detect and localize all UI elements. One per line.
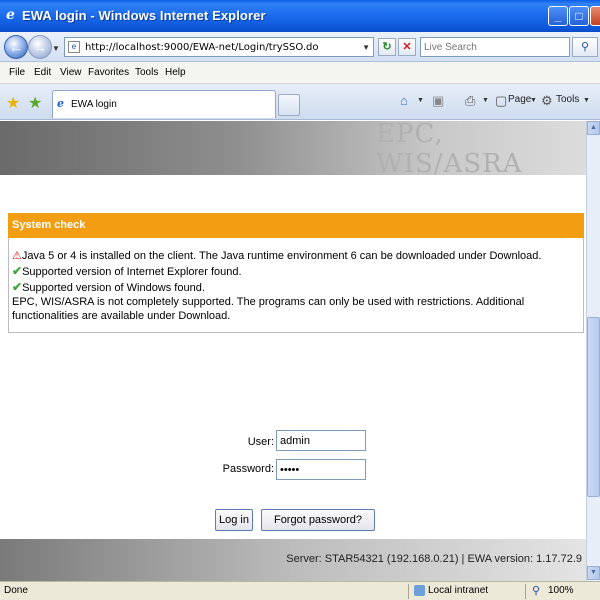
- close-button[interactable]: [590, 6, 600, 26]
- url-text: http://localhost:9000/EWA-net/Login/tryS…: [85, 42, 319, 53]
- print-dropdown-icon[interactable]: ▼: [482, 97, 489, 104]
- page-menu-button[interactable]: Page: [508, 94, 531, 105]
- window-title: EWA login - Windows Internet Explorer: [22, 8, 266, 23]
- menu-bar: File Edit View Favorites Tools Help: [0, 62, 600, 84]
- message-windows: ✔Supported version of Windows found.: [12, 280, 205, 294]
- favorites-star-icon[interactable]: ★: [6, 93, 20, 113]
- check-icon: ✔: [12, 280, 23, 294]
- address-input[interactable]: e http://localhost:9000/EWA-net/Login/tr…: [64, 37, 374, 57]
- ie-logo-icon: e: [6, 7, 15, 23]
- login-form: User: Password: Log in Forgot password?: [0, 421, 586, 541]
- history-dropdown-icon[interactable]: ▼: [52, 44, 60, 53]
- system-check-title: System check: [8, 213, 584, 238]
- page-icon: e: [68, 41, 80, 53]
- stop-button[interactable]: ✕: [398, 38, 416, 56]
- password-label: Password:: [222, 463, 274, 475]
- page-header: EPC, WIS/ASRA: [0, 121, 586, 179]
- search-input[interactable]: [424, 39, 564, 55]
- menu-favorites[interactable]: Favorites: [88, 67, 129, 78]
- scroll-up-button[interactable]: ▲: [587, 121, 600, 135]
- message-text: Supported version of Internet Explorer f…: [22, 266, 242, 278]
- scroll-down-button[interactable]: ▼: [587, 566, 600, 580]
- home-icon[interactable]: ⌂: [400, 93, 408, 108]
- zoom-icon: ⚲: [532, 585, 541, 597]
- search-icon: ⚲: [580, 41, 590, 53]
- check-icon: ✔: [12, 264, 23, 278]
- status-divider: [408, 584, 409, 599]
- tab-ewa-login[interactable]: e EWA login: [52, 90, 276, 118]
- title-bar: e EWA login - Windows Internet Explorer …: [0, 0, 600, 32]
- scroll-thumb[interactable]: [587, 317, 600, 497]
- minimize-button[interactable]: _: [548, 6, 568, 26]
- intranet-zone-icon: [414, 585, 425, 596]
- status-divider: [525, 584, 526, 599]
- user-field[interactable]: [276, 430, 366, 451]
- message-text: Supported version of Windows found.: [22, 282, 205, 294]
- page-menu-icon: ▢: [495, 93, 508, 108]
- status-text: Done: [4, 585, 28, 596]
- tab-label: EWA login: [71, 99, 117, 110]
- page-content: EPC, WIS/ASRA System check ⚠Java 5 or 4 …: [0, 121, 586, 581]
- message-text: Java 5 or 4 is installed on the client. …: [21, 250, 542, 262]
- page-dropdown-icon[interactable]: ▼: [530, 97, 537, 104]
- message-ie: ✔Supported version of Internet Explorer …: [12, 264, 242, 278]
- forward-button[interactable]: →: [28, 35, 52, 59]
- refresh-button[interactable]: ↻: [378, 38, 396, 56]
- vertical-scrollbar[interactable]: ▲ ▼: [586, 121, 600, 581]
- brand-logo-text: EPC, WIS/ASRA: [376, 121, 523, 179]
- forgot-password-button[interactable]: Forgot password?: [261, 509, 375, 531]
- tools-menu-button[interactable]: Tools: [556, 94, 579, 105]
- home-dropdown-icon[interactable]: ▼: [417, 97, 424, 104]
- server-info: Server: STAR54321 (192.168.0.21) | EWA v…: [286, 553, 582, 565]
- search-box[interactable]: [420, 37, 570, 57]
- user-label: User:: [247, 436, 274, 448]
- message-java: ⚠Java 5 or 4 is installed on the client.…: [12, 249, 541, 262]
- page-footer: Server: STAR54321 (192.168.0.21) | EWA v…: [0, 539, 586, 581]
- back-button[interactable]: ←: [4, 35, 28, 59]
- menu-view[interactable]: View: [60, 67, 82, 78]
- security-zone[interactable]: Local intranet: [428, 585, 488, 596]
- status-bar: Done Local intranet ⚲ 100%: [0, 581, 600, 600]
- gear-icon: ⚙: [541, 93, 553, 108]
- add-favorites-icon[interactable]: ★: [28, 93, 42, 113]
- menu-tools[interactable]: Tools: [135, 67, 158, 78]
- password-field[interactable]: [276, 459, 366, 480]
- tab-toolbar: ★ ★ e EWA login ⌂ ▼ ▣ ⎙ ▼ ▢ Page ▼ ⚙ Too…: [0, 84, 600, 120]
- print-icon[interactable]: ⎙: [465, 93, 475, 109]
- menu-edit[interactable]: Edit: [34, 67, 51, 78]
- message-restrictions: EPC, WIS/ASRA is not completely supporte…: [12, 296, 525, 322]
- menu-file[interactable]: File: [9, 67, 25, 78]
- tools-dropdown-icon[interactable]: ▼: [583, 97, 590, 104]
- login-button[interactable]: Log in: [215, 509, 253, 531]
- address-toolbar: ← → ▼ e http://localhost:9000/EWA-net/Lo…: [0, 32, 600, 62]
- new-tab-button[interactable]: [278, 94, 300, 116]
- menu-help[interactable]: Help: [165, 67, 186, 78]
- ie-page-icon: e: [57, 97, 64, 110]
- maximize-button[interactable]: □: [569, 6, 589, 26]
- search-button[interactable]: ⚲: [572, 37, 598, 57]
- address-dropdown-icon[interactable]: ▼: [362, 43, 370, 52]
- system-check-body: ⚠Java 5 or 4 is installed on the client.…: [8, 238, 584, 333]
- warning-icon: ⚠: [12, 250, 22, 262]
- feeds-icon[interactable]: ▣: [432, 93, 444, 109]
- zoom-level[interactable]: 100%: [548, 585, 574, 596]
